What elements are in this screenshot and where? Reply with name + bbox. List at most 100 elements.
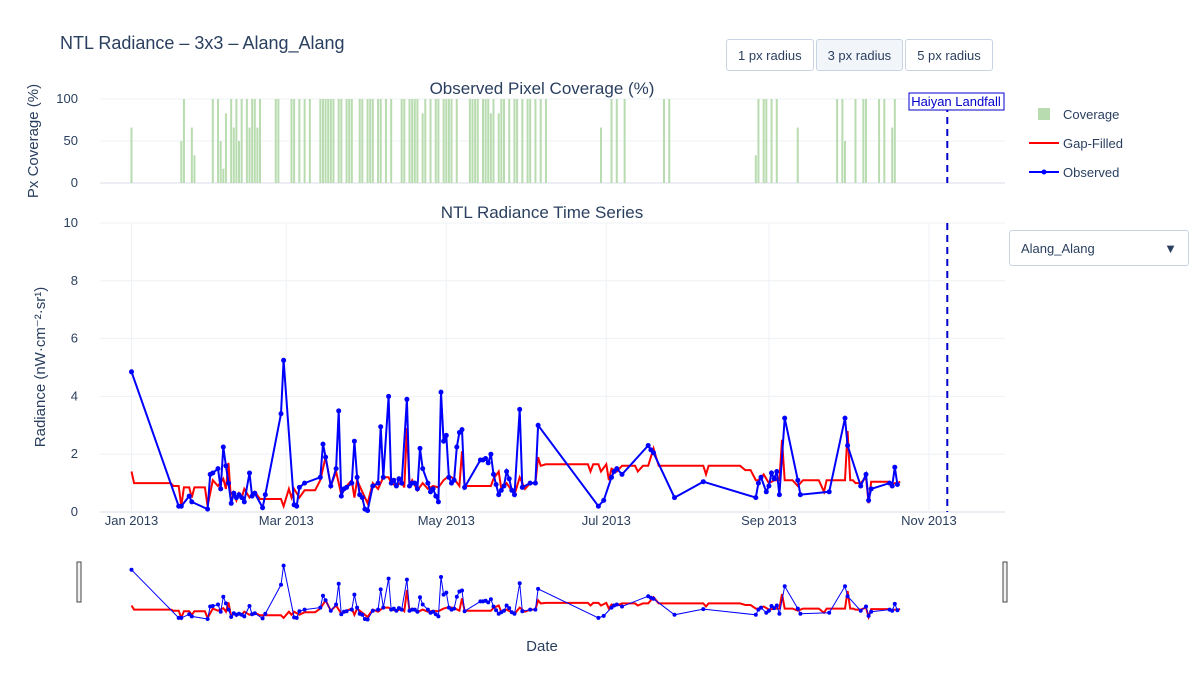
range-slider-observed-point [439,575,443,579]
observed-point [186,493,192,499]
coverage-bar [193,155,196,183]
legend-item-coverage[interactable]: Coverage [1038,107,1119,122]
range-slider-observed-point [425,607,430,612]
coverage-bar [245,99,248,183]
observed-point [459,427,465,433]
observed-point [889,483,895,489]
observed-point [619,471,625,477]
observed-point [417,445,423,451]
range-slider-observed-point [701,607,706,612]
coverage-y-tick-label: 0 [71,175,78,190]
range-slider-left-handle[interactable] [76,561,82,603]
coverage-bar [224,113,227,183]
coverage-bar [274,99,277,183]
observed-point [241,499,247,505]
coverage-bar [298,99,301,183]
range-slider[interactable] [76,561,1008,622]
observed-point [672,495,677,501]
coverage-bar [662,99,665,183]
coverage-bar [219,141,222,183]
coverage-bar [765,99,768,183]
range-slider-observed-point [436,614,441,619]
legend-item-gap-filled[interactable]: Gap-Filled [1029,136,1123,151]
observed-point [370,483,376,489]
range-slider-observed-point [355,605,360,610]
range-slider-observed-point [321,593,325,598]
observed-point [320,441,326,447]
observed-point [354,474,360,480]
coverage-bar [893,99,896,183]
legend-item-observed[interactable]: Observed [1029,165,1119,180]
observed-point [178,503,184,509]
range-slider-observed-point [866,613,871,618]
range-slider-observed-point [488,597,493,602]
range-slider-observed-point [386,576,391,581]
coverage-bar [369,99,372,183]
observed-point [399,480,405,486]
coverage-bar [400,99,403,183]
observed-point [359,495,365,501]
range-slider-observed-point [263,611,268,616]
range-slider-observed-point [892,601,897,606]
range-slider-observed-point [777,611,782,616]
observed-point [338,493,344,499]
coverage-bar [487,99,490,183]
observed-point [328,483,334,489]
range-slider-observed-point [494,608,499,613]
coverage-bar [180,141,183,183]
coverage-bar [379,99,382,183]
observed-point [795,477,801,483]
coverage-bar [256,127,259,183]
range-slider-observed-point [294,615,299,620]
range-slider-observed-point [462,609,467,614]
observed-point [296,484,302,490]
observed-point [420,466,426,472]
observed-point [532,480,538,486]
coverage-bar [489,113,492,183]
coverage-bar [484,99,487,183]
radiance-y-tick-label: 2 [71,446,78,461]
radiance-x-ticks: Jan 2013 Mar 2013 May 2013 Jul 2013 Sep 2013… [105,513,957,528]
observed-point [215,466,221,472]
observed-point [262,492,268,498]
observed-point [601,497,607,503]
observed-point [763,489,769,495]
coverage-bar [502,99,505,183]
range-slider-observed-point [297,609,302,614]
radiance-y-tick-label: 0 [71,504,78,519]
observed-point [496,492,502,498]
coverage-bar [361,99,364,183]
range-slider-observed-point [129,567,134,572]
observed-point [430,486,436,492]
observed-point [826,489,832,495]
observed-line [130,360,899,513]
observed-point [506,476,512,482]
coverage-bar [500,99,503,183]
coverage-bar [190,127,193,183]
coverage-bar [340,99,343,183]
coverage-bar [539,99,542,183]
range-slider-observed-point [533,607,538,612]
coverage-bar [841,99,844,183]
observed-point [228,500,234,506]
observed-point [517,406,523,412]
range-slider-right-handle[interactable] [1002,561,1008,603]
coverage-bar [610,99,613,183]
coverage-bar [232,127,235,183]
range-slider-observed-point [415,609,420,614]
coverage-bar [450,99,453,183]
observed-point [404,396,410,402]
observed-point [323,454,329,460]
coverage-y-tick-label: 100 [56,91,78,106]
coverage-bar [384,99,387,183]
coverage-bar [235,99,238,183]
observed-point [845,443,851,448]
observed-point [753,495,759,501]
range-slider-observed-point [381,605,386,610]
observed-point [609,474,614,480]
observed-point [498,487,504,493]
observed-point [501,483,507,489]
observed-point [344,484,350,490]
coverage-bar [492,99,495,183]
coverage-y-axis-label: Px Coverage (%) [25,84,42,198]
